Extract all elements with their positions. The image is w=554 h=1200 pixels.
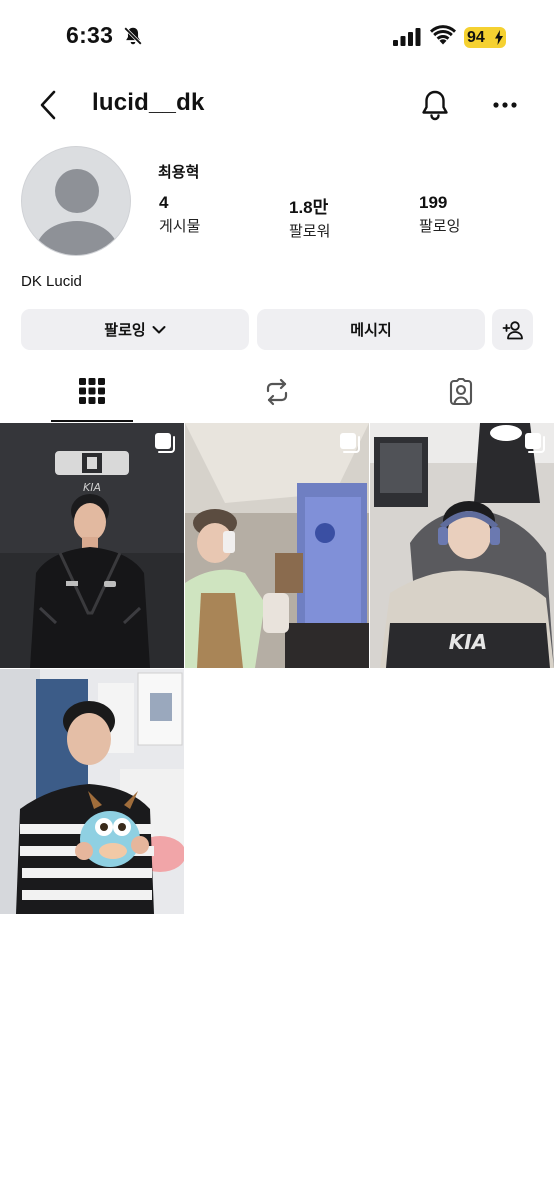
profile-avatar[interactable]	[21, 146, 131, 256]
tab-posts-grid[interactable]	[51, 372, 133, 422]
wifi-icon	[430, 25, 456, 45]
status-bar: 6:33 94	[0, 0, 554, 74]
stat-posts-label: 게시물	[159, 218, 201, 235]
tab-tagged[interactable]	[420, 372, 502, 422]
charging-bolt-icon	[495, 30, 503, 45]
stat-following-label: 팔로잉	[419, 218, 461, 235]
bio-display-name: DK Lucid	[21, 273, 82, 290]
stat-followers-label: 팔로워	[289, 223, 331, 240]
profile-screen: 6:33 94 lucid__dk 최용혁 4 게시물 1.8만 팔로워 199…	[0, 0, 554, 1200]
message-button[interactable]: 메시지	[257, 309, 485, 350]
stat-followers-value: 1.8만	[289, 198, 329, 217]
svg-text:KIA: KIA	[449, 630, 487, 654]
status-time: 6:33	[66, 22, 114, 48]
profile-real-name: 최용혁	[158, 164, 200, 181]
tagged-person-icon	[449, 378, 473, 406]
profile-username: lucid__dk	[92, 89, 205, 116]
post-thumbnail[interactable]	[0, 669, 184, 914]
more-options-icon[interactable]	[488, 92, 522, 118]
add-person-icon	[502, 320, 523, 339]
battery-level: 94	[467, 29, 485, 46]
suggested-users-button[interactable]	[492, 309, 533, 350]
post-photo-player-portrait: KIA	[0, 423, 184, 668]
post-thumbnail[interactable]	[185, 423, 369, 668]
cellular-signal-icon	[393, 28, 421, 46]
battery-indicator: 94	[464, 27, 506, 48]
chevron-down-icon	[152, 325, 166, 333]
back-chevron-icon[interactable]	[34, 88, 64, 122]
stat-followers[interactable]: 1.8만 팔로워	[289, 193, 330, 241]
post-photo-plush-toy	[0, 669, 184, 914]
multiple-photos-icon	[340, 433, 360, 453]
stat-posts-value: 4	[159, 193, 169, 212]
stat-posts: 4 게시물	[159, 193, 200, 236]
stat-following-value: 199	[419, 193, 448, 212]
post-thumbnail[interactable]: KIA	[370, 423, 554, 668]
multiple-photos-icon	[155, 433, 175, 453]
svg-text:KIA: KIA	[83, 481, 101, 494]
post-photo-gaming-chair: KIA	[370, 423, 554, 668]
avatar-placeholder-head	[55, 169, 99, 213]
notification-bell-icon[interactable]	[418, 87, 452, 123]
post-photo-mirror-selfie	[185, 423, 369, 668]
grid-icon	[79, 378, 105, 404]
post-thumbnail[interactable]: KIA	[0, 423, 184, 668]
avatar-placeholder-body	[36, 221, 118, 255]
stat-following[interactable]: 199 팔로잉	[419, 193, 460, 236]
following-button-label: 팔로잉	[104, 322, 146, 339]
bell-muted-icon	[124, 27, 142, 45]
multiple-photos-icon	[525, 433, 545, 453]
following-button[interactable]: 팔로잉	[21, 309, 249, 350]
tab-reposts[interactable]	[236, 372, 318, 422]
message-button-label: 메시지	[350, 322, 392, 339]
repost-icon	[266, 378, 288, 406]
